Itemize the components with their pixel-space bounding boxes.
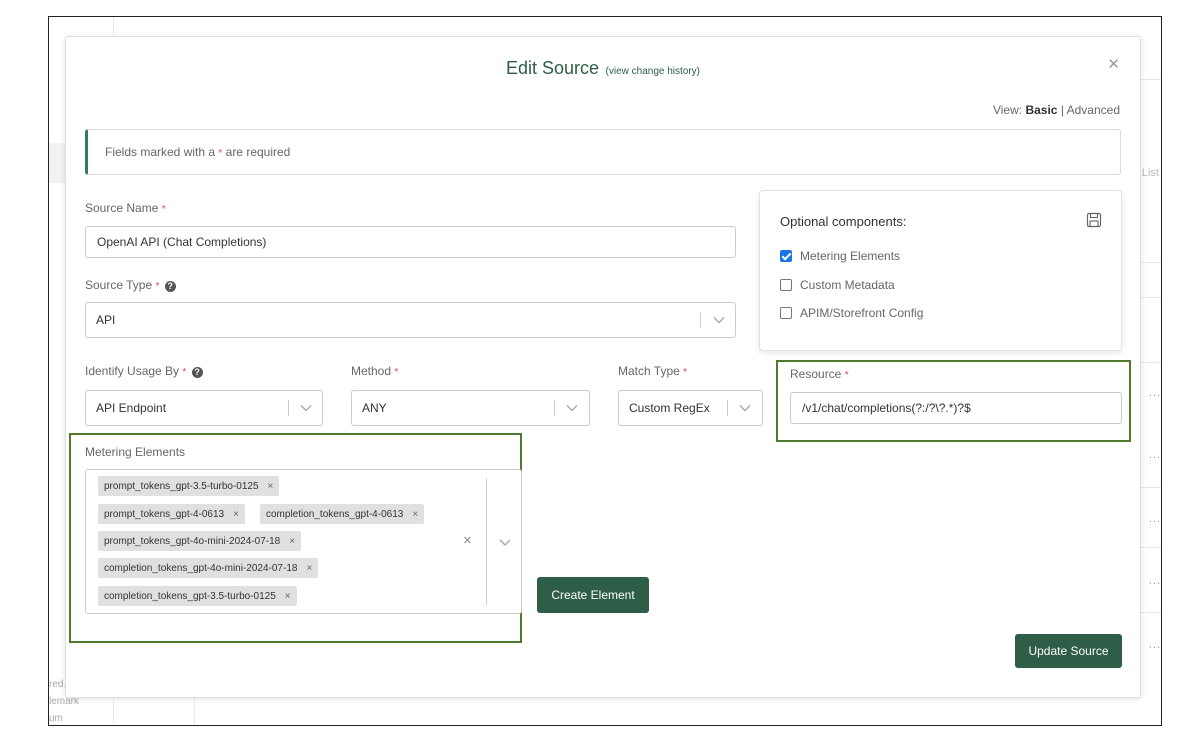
view-change-history-link[interactable]: (view change history) xyxy=(606,66,700,77)
background-row-line xyxy=(1139,297,1161,298)
metering-tag: completion_tokens_gpt-4o-mini-2024-07-18… xyxy=(98,558,319,578)
source-type-label: Source Type * ? xyxy=(85,278,176,292)
required-fields-notice: Fields marked with a * are required xyxy=(85,129,1121,175)
modal-title-text: Edit Source xyxy=(506,58,600,78)
create-element-button[interactable]: Create Element xyxy=(537,577,649,613)
chevron-down-icon[interactable] xyxy=(737,403,753,413)
metering-elements-multiselect[interactable]: prompt_tokens_gpt-3.5-turbo-0125 × promp… xyxy=(85,469,522,614)
checkbox-unchecked[interactable] xyxy=(780,307,792,319)
view-toggle: View: Basic | Advanced xyxy=(993,103,1120,117)
optional-custom-metadata-checkbox[interactable]: Custom Metadata xyxy=(780,278,895,292)
checkbox-unchecked[interactable] xyxy=(780,279,792,291)
remove-tag-icon[interactable]: × xyxy=(306,563,312,574)
metering-tag: prompt_tokens_gpt-4o-mini-2024-07-18 × xyxy=(98,531,302,551)
match-type-value: Custom RegEx xyxy=(629,401,710,415)
help-icon[interactable]: ? xyxy=(164,281,176,292)
chevron-down-icon[interactable] xyxy=(711,315,727,325)
close-icon[interactable]: ✕ xyxy=(1107,55,1120,73)
optional-components-title: Optional components: xyxy=(780,214,907,229)
view-label: View: xyxy=(992,103,1023,117)
required-note-prefix: Fields marked with a xyxy=(105,145,216,159)
view-advanced-link[interactable]: Advanced xyxy=(1067,103,1120,117)
source-name-input[interactable]: OpenAI API (Chat Completions) xyxy=(85,226,736,258)
background-row-line xyxy=(1139,487,1161,488)
view-separator: | xyxy=(1060,103,1064,117)
background-row-menu: ... xyxy=(1148,449,1161,461)
metering-tag: prompt_tokens_gpt-3.5-turbo-0125 × xyxy=(98,476,280,496)
resource-value: /v1/chat/completions(?:/?\?.*)?$ xyxy=(802,401,971,415)
metering-tag: completion_tokens_gpt-3.5-turbo-0125 × xyxy=(98,586,297,606)
method-value: ANY xyxy=(362,401,387,415)
select-separator xyxy=(700,312,701,328)
background-list-label: List xyxy=(1141,167,1159,179)
chevron-down-icon[interactable] xyxy=(298,403,314,413)
clear-all-icon[interactable]: × xyxy=(463,532,472,549)
select-separator xyxy=(554,400,555,416)
metering-tag: completion_tokens_gpt-4-0613 × xyxy=(260,504,425,524)
save-icon[interactable] xyxy=(1086,212,1102,228)
identify-usage-by-select[interactable]: API Endpoint xyxy=(85,390,323,426)
background-row-menu: ... xyxy=(1148,513,1161,525)
required-asterisk: * xyxy=(218,148,223,159)
metering-elements-label: Metering Elements xyxy=(85,445,186,459)
source-name-label: Source Name * xyxy=(85,201,166,215)
required-note-suffix: are required xyxy=(225,145,291,159)
background-row-menu: ... xyxy=(1148,387,1161,399)
optional-metering-elements-checkbox[interactable]: Metering Elements xyxy=(780,249,900,263)
select-separator xyxy=(727,400,728,416)
select-separator xyxy=(486,478,487,605)
remove-tag-icon[interactable]: × xyxy=(233,509,239,520)
background-row-line xyxy=(1139,262,1161,263)
source-type-select[interactable]: API xyxy=(85,302,736,338)
method-select[interactable]: ANY xyxy=(351,390,590,426)
source-type-value: API xyxy=(96,313,116,327)
optional-components-panel: Optional components: Metering Elements C… xyxy=(759,190,1122,351)
identify-usage-by-label: Identify Usage By * ? xyxy=(85,364,203,378)
identify-usage-by-value: API Endpoint xyxy=(96,401,167,415)
optional-apim-storefront-config-checkbox[interactable]: APIM/Storefront Config xyxy=(780,306,923,320)
help-icon[interactable]: ? xyxy=(191,367,203,378)
remove-tag-icon[interactable]: × xyxy=(285,591,291,602)
view-basic-link[interactable]: Basic xyxy=(1025,103,1057,117)
background-row-menu: ... xyxy=(1148,639,1161,651)
remove-tag-icon[interactable]: × xyxy=(289,536,295,547)
match-type-select[interactable]: Custom RegEx xyxy=(618,390,763,426)
background-row-line xyxy=(1139,612,1161,613)
chevron-down-icon[interactable] xyxy=(564,403,580,413)
match-type-label: Match Type * xyxy=(618,364,688,378)
resource-label: Resource * xyxy=(790,367,849,381)
background-row-menu: ... xyxy=(1148,575,1161,587)
remove-tag-icon[interactable]: × xyxy=(268,481,274,492)
resource-input[interactable]: /v1/chat/completions(?:/?\?.*)?$ xyxy=(790,392,1122,424)
source-name-value: OpenAI API (Chat Completions) xyxy=(97,235,267,249)
background-row-line xyxy=(1139,547,1161,548)
select-separator xyxy=(288,400,289,416)
background-row-line xyxy=(1139,362,1161,363)
background-footer-text: um xyxy=(49,713,63,724)
metering-tag: prompt_tokens_gpt-4-0613 × xyxy=(98,504,245,524)
update-source-button[interactable]: Update Source xyxy=(1015,634,1122,668)
modal-title: Edit Source (view change history) xyxy=(66,58,1140,79)
background-footer-text: red. xyxy=(49,679,67,690)
edit-source-modal: Edit Source (view change history) ✕ View… xyxy=(65,36,1141,698)
background-row-line xyxy=(1139,79,1161,80)
chevron-down-icon[interactable] xyxy=(497,537,513,547)
checkbox-checked[interactable] xyxy=(780,250,792,262)
remove-tag-icon[interactable]: × xyxy=(412,509,418,520)
method-label: Method * xyxy=(351,364,399,378)
